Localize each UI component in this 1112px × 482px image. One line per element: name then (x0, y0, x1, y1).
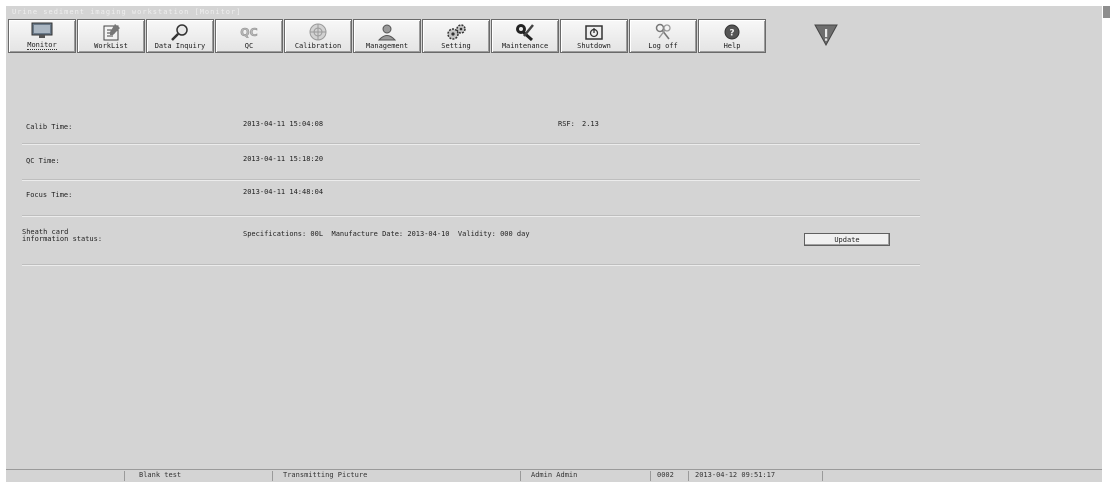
calib-time-value: 2013-04-11 15:04:08 (243, 120, 324, 128)
divider (22, 264, 920, 266)
statusbar-action: Transmitting Picture (272, 471, 520, 481)
statusbar-code: 0002 (650, 471, 688, 481)
statusbar-datetime: 2013-04-12 09:51:17 (688, 471, 822, 481)
application-window: Urine sediment imaging workstation [Moni… (6, 6, 1102, 482)
window-corner-tab[interactable] (1103, 6, 1110, 18)
monitor-status-panel: Calib Time: 2013-04-11 15:04:08 RSF: 2.1… (6, 6, 1102, 482)
sheath-card-info: Specifications: 00L Manufacture Date: 20… (243, 230, 530, 238)
statusbar-mode: Blank test (124, 471, 272, 481)
rsf-value: 2.13 (582, 120, 599, 128)
divider (22, 143, 920, 145)
divider (22, 179, 920, 181)
focus-time-label: Focus Time: (26, 191, 73, 199)
divider (22, 215, 920, 217)
rsf-label: RSF: (558, 120, 575, 128)
statusbar-user: Admin Admin (520, 471, 650, 481)
qc-time-label: QC Time: (26, 157, 60, 165)
qc-time-value: 2013-04-11 15:18:20 (243, 155, 324, 163)
focus-time-value: 2013-04-11 14:48:04 (243, 188, 324, 196)
status-bar: Blank test Transmitting Picture Admin Ad… (6, 469, 1102, 482)
update-button[interactable]: Update (804, 233, 890, 246)
sheath-card-label: Sheath card information status: (22, 228, 103, 243)
calib-time-label: Calib Time: (26, 123, 73, 131)
statusbar-divider (822, 471, 823, 481)
